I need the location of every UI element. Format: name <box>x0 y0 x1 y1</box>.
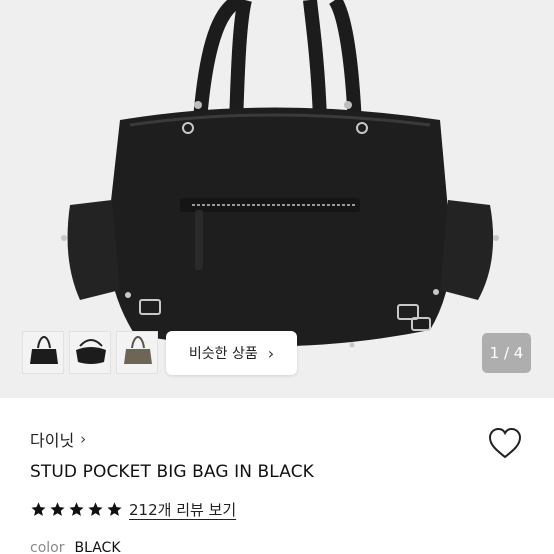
rating-row: 212개 리뷰 보기 <box>30 499 236 520</box>
star-filled-icon <box>31 502 46 516</box>
similar-products-button[interactable]: 비슷한 상품 › <box>166 331 297 375</box>
option-row: color BLACK <box>30 540 121 554</box>
option-value: BLACK <box>74 540 121 554</box>
thumbnail-2[interactable] <box>69 331 111 374</box>
product-title: STUD POCKET BIG BAG IN BLACK <box>30 462 314 482</box>
heart-outline-icon[interactable] <box>487 426 523 460</box>
similar-products-label: 비슷한 상품 <box>188 346 258 362</box>
view-reviews-link[interactable]: 212개 리뷰 보기 <box>129 499 236 520</box>
star-filled-icon <box>88 502 103 516</box>
thumbnail-strip <box>22 331 158 374</box>
star-filled-icon <box>69 502 84 516</box>
thumbnail-3[interactable] <box>116 331 158 374</box>
brand-link[interactable]: 다이닛 › <box>30 427 86 451</box>
chevron-right-icon: › <box>267 343 275 363</box>
rating-stars <box>30 501 123 518</box>
chevron-right-icon: › <box>80 430 87 448</box>
star-filled-icon <box>107 502 122 516</box>
thumbnail-1[interactable] <box>22 331 64 374</box>
image-page-counter: 1 / 4 <box>482 333 531 373</box>
brand-name: 다이닛 <box>30 431 75 450</box>
option-label: color <box>30 540 65 554</box>
thumbnail-bag-image <box>76 339 106 364</box>
thumbnail-bag-image <box>30 335 58 364</box>
star-filled-icon <box>50 502 65 516</box>
thumbnail-bag-image <box>124 335 152 364</box>
